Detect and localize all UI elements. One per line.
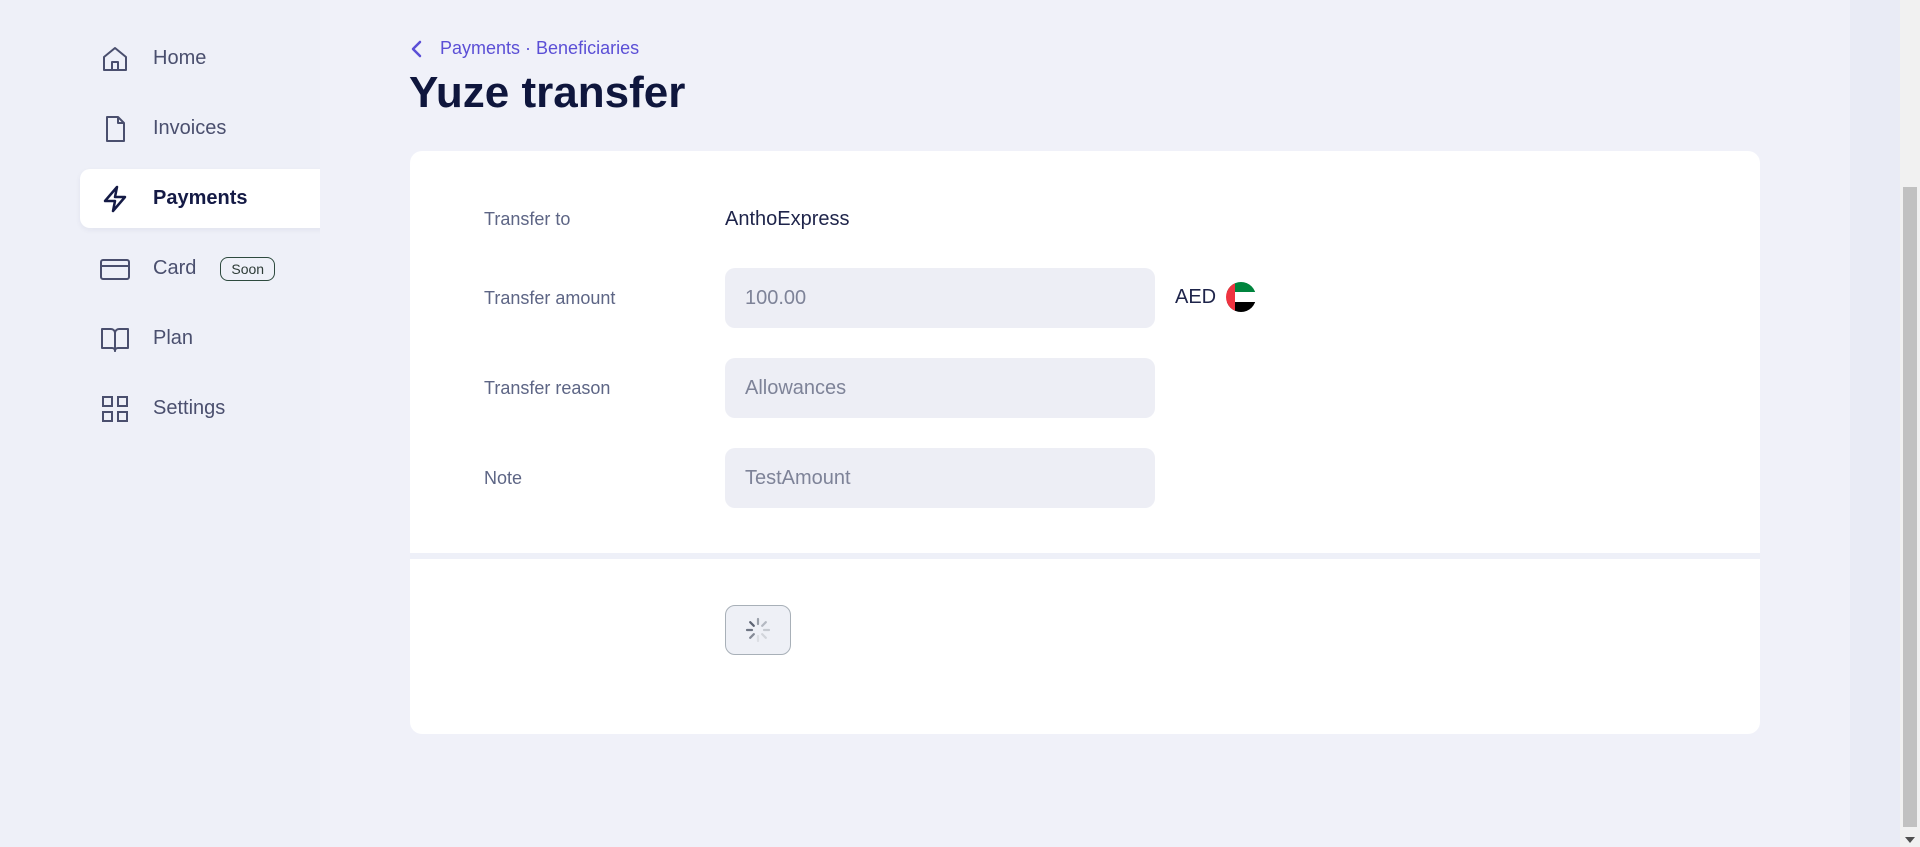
sidebar-item-label: Card: [153, 257, 197, 279]
sidebar-item-settings[interactable]: Settings: [80, 379, 335, 438]
divider: [410, 553, 1760, 559]
currency-display: AED: [1175, 282, 1257, 312]
sidebar-item-payments[interactable]: Payments: [80, 169, 335, 228]
sidebar: Home Invoices Payments Card Soon Plan Se…: [0, 0, 335, 847]
sidebar-item-invoices[interactable]: Invoices: [80, 99, 335, 158]
breadcrumb-text: Payments · Beneficiaries: [440, 38, 640, 58]
sidebar-item-label: Payments: [153, 187, 248, 209]
soon-badge: Soon: [220, 256, 276, 281]
sidebar-item-card[interactable]: Card Soon: [80, 239, 335, 298]
transfer-amount-label: Transfer amount: [484, 288, 616, 308]
sidebar-item-label: Home: [153, 47, 207, 69]
scrollbar[interactable]: [1900, 0, 1920, 847]
sidebar-item-plan[interactable]: Plan: [80, 309, 335, 368]
breadcrumb[interactable]: Payments · Beneficiaries: [410, 38, 639, 59]
right-gutter: [1850, 0, 1900, 847]
lightning-icon: [99, 183, 131, 215]
uae-flag-icon: [1226, 282, 1257, 312]
document-icon: [99, 113, 131, 145]
home-icon: [99, 43, 131, 75]
sidebar-item-home[interactable]: Home: [80, 29, 335, 88]
note-label: Note: [484, 468, 523, 488]
page-title: Yuze transfer: [409, 68, 686, 117]
transfer-to-label: Transfer to: [484, 209, 571, 229]
scrollbar-thumb[interactable]: [1903, 187, 1917, 827]
chevron-left-icon: [411, 40, 422, 57]
sidebar-item-label: Plan: [153, 327, 194, 349]
grid-icon: [99, 393, 131, 425]
note-input[interactable]: [725, 448, 1155, 508]
transfer-form-card: Transfer to AnthoExpress Transfer amount…: [410, 151, 1760, 734]
currency-code: AED: [1175, 285, 1217, 308]
scroll-down-icon[interactable]: [1905, 837, 1915, 843]
transfer-to-value: AnthoExpress: [725, 208, 850, 230]
transfer-amount-input[interactable]: [725, 268, 1155, 328]
transfer-reason-label: Transfer reason: [484, 378, 611, 398]
submit-button[interactable]: [725, 605, 791, 655]
sidebar-item-label: Invoices: [153, 117, 227, 139]
spinner-icon: [745, 617, 771, 643]
sidebar-item-label: Settings: [153, 397, 226, 419]
book-icon: [99, 323, 131, 355]
transfer-reason-input[interactable]: [725, 358, 1155, 418]
credit-card-icon: [99, 253, 131, 285]
